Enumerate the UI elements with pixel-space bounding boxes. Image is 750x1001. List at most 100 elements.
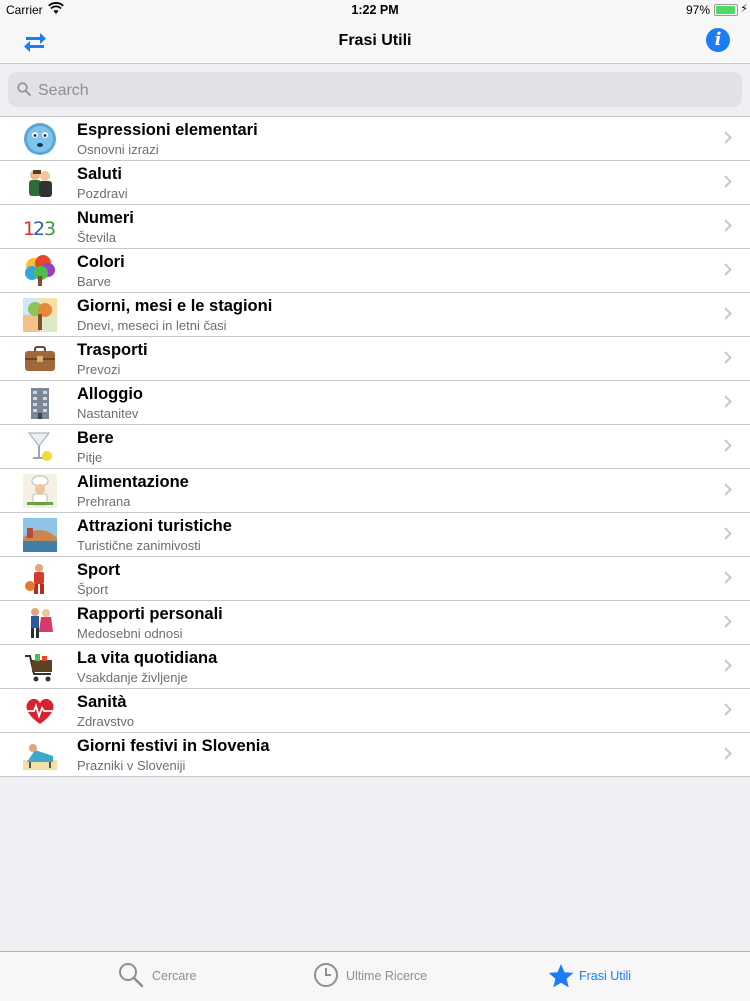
beach-chair-icon [23,744,57,770]
magnifier-icon [119,963,144,988]
building-icon [31,388,49,419]
list-item[interactable]: Espressioni elementari Osnovni izrazi [0,117,750,161]
list-item[interactable]: Colori Barve [0,249,750,293]
list-item[interactable]: Rapporti personali Medosebni odnosi [0,601,750,645]
search-bar [0,64,750,117]
item-title: Trasporti [77,341,148,359]
item-title: Espressioni elementari [77,121,258,139]
item-title: Giorni festivi in Slovenia [77,737,270,755]
item-title: Rapporti personali [77,605,223,623]
chevron-right-icon [724,131,732,144]
clock-icon [314,963,338,987]
tab-bar: Cercare Ultime Ricerce Frasi Utili [0,951,750,1001]
list-item[interactable]: 1 2 3 Numeri Števila [0,205,750,249]
search-input[interactable] [36,72,720,109]
list-item[interactable]: Alimentazione Prehrana [0,469,750,513]
list-item[interactable]: Giorni, mesi e le stagioni Dnevi, meseci… [0,293,750,337]
item-title: Giorni, mesi e le stagioni [77,297,273,315]
tab-label: Frasi Utili [579,969,632,983]
item-subtitle: Števila [77,230,117,245]
chevron-right-icon [724,175,732,188]
list-item[interactable]: Bere Pitje [0,425,750,469]
clock: 1:22 PM [351,3,399,17]
item-title: Colori [77,253,125,271]
item-title: Attrazioni turistiche [77,517,232,535]
chevron-right-icon [724,747,732,760]
chevron-right-icon [724,219,732,232]
star-icon [548,964,574,988]
tab-useful-phrases[interactable]: Frasi Utili [545,952,655,1001]
item-subtitle: Nastanitev [77,406,139,421]
item-subtitle: Prehrana [77,494,131,509]
chevron-right-icon [724,571,732,584]
smiley-face-icon [24,123,56,155]
list-item[interactable]: Giorni festivi in Slovenia Prazniki v Sl… [0,733,750,776]
tab-search[interactable]: Cercare [110,952,220,1001]
chevron-right-icon [724,351,732,364]
item-subtitle: Šport [77,582,109,597]
item-title: Saluti [77,165,122,183]
item-subtitle: Zdravstvo [77,714,135,729]
category-list: Espressioni elementari Osnovni izrazi Sa… [0,117,750,777]
suitcase-icon [25,346,55,371]
list-item[interactable]: Sport Šport [0,557,750,601]
item-title: Alloggio [77,385,143,403]
item-subtitle: Vsakdanje življenje [77,670,188,685]
heartbeat-icon [26,698,54,724]
charging-icon: ⚡ [740,3,748,15]
list-item[interactable]: La vita quotidiana Vsakdanje življenje [0,645,750,689]
navigation-bar: Frasi Utili i [0,20,750,64]
couple-icon [31,608,53,638]
list-item[interactable]: Saluti Pozdravi [0,161,750,205]
item-title: Numeri [77,209,134,227]
tab-label: Cercare [152,969,197,983]
shopping-cart-icon [25,654,52,682]
list-item[interactable]: Sanità Zdravstvo [0,689,750,733]
cocktail-glass-icon [27,432,52,461]
item-subtitle: Turistične zanimivosti [77,538,201,553]
chevron-right-icon [724,263,732,276]
item-title: Sanità [77,693,127,711]
item-subtitle: Prazniki v Sloveniji [77,758,186,773]
color-tree-icon [25,255,55,286]
battery-icon [714,4,738,16]
status-bar: Carrier 1:22 PM 97% ⚡ [0,0,750,20]
item-title: La vita quotidiana [77,649,218,667]
chevron-right-icon [724,483,732,496]
list-item[interactable]: Alloggio Nastanitev [0,381,750,425]
item-subtitle: Medosebni odnosi [77,626,183,641]
seasons-tree-icon [23,298,57,332]
basketball-player-icon [25,564,44,594]
chevron-right-icon [724,703,732,716]
search-icon [17,82,31,96]
bridge-landmark-icon [23,518,57,552]
info-button[interactable]: i [706,28,730,52]
chevron-right-icon [724,615,732,628]
battery-percent: 97% [685,3,710,17]
numbers-123-icon: 1 2 3 [23,218,56,240]
search-field[interactable] [8,72,742,109]
item-subtitle: Pitje [77,450,103,465]
info-icon: i [714,29,722,50]
tab-recent-searches[interactable]: Ultime Ricerce [308,952,448,1001]
list-item[interactable]: Attrazioni turistiche Turistične zanimiv… [0,513,750,557]
chevron-right-icon [724,307,732,320]
chevron-right-icon [724,395,732,408]
svg-text:3: 3 [44,218,56,240]
item-subtitle: Pozdravi [77,186,128,201]
page-title: Frasi Utili [338,32,412,49]
item-subtitle: Prevozi [77,362,121,377]
item-subtitle: Dnevi, meseci in letni časi [77,318,227,333]
tab-label: Ultime Ricerce [346,969,428,983]
chevron-right-icon [724,659,732,672]
item-title: Bere [77,429,114,447]
greeting-people-icon [29,170,52,197]
item-title: Alimentazione [77,473,189,491]
item-subtitle: Osnovni izrazi [77,142,159,157]
chevron-right-icon [724,439,732,452]
chef-icon [23,474,57,508]
item-title: Sport [77,561,121,579]
item-subtitle: Barve [77,274,111,289]
list-item[interactable]: Trasporti Prevozi [0,337,750,381]
chevron-right-icon [724,527,732,540]
